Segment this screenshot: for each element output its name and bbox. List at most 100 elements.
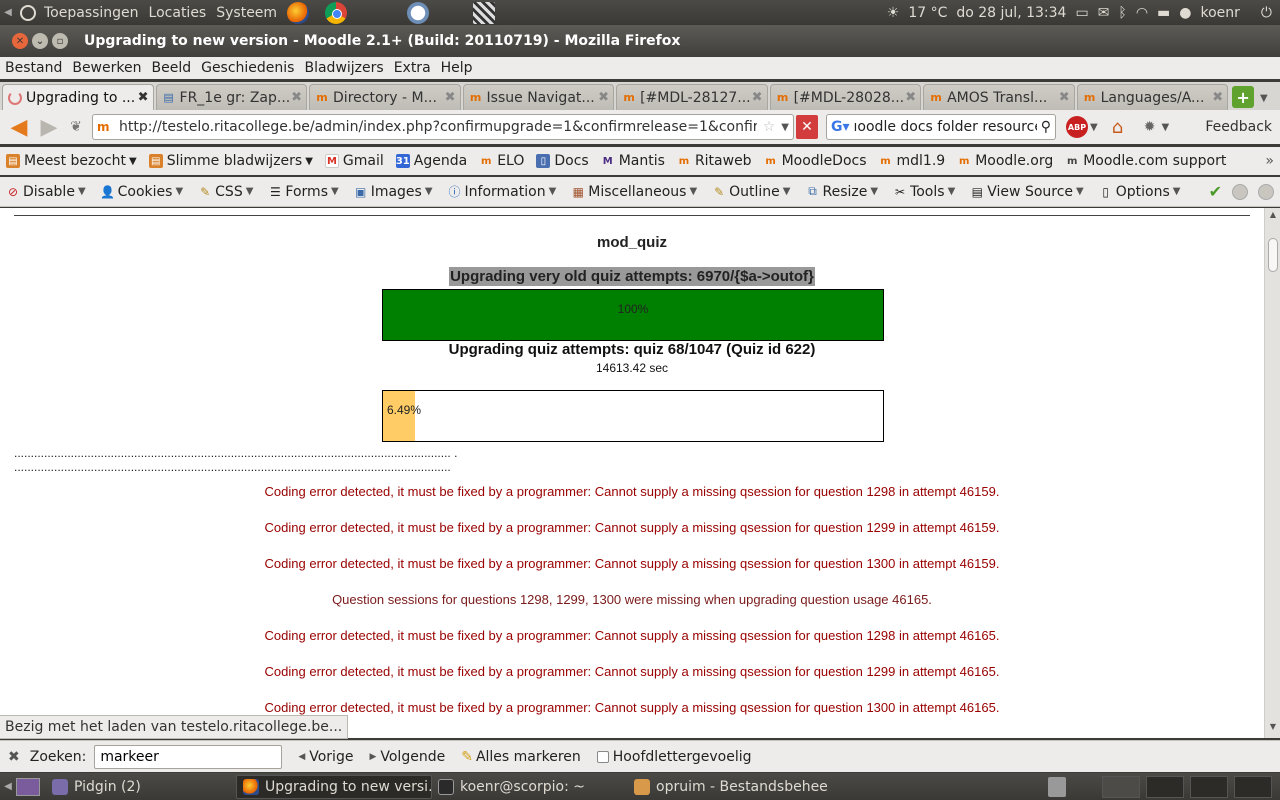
adblock-dropdown-icon[interactable]: ▼ (1090, 122, 1098, 133)
firefox-launcher-icon[interactable] (287, 1, 310, 24)
bookmark-agenda[interactable]: 31 Agenda (395, 153, 467, 169)
wd-css[interactable]: ✎ CSS ▼ (198, 184, 253, 200)
wd-options[interactable]: ▯ Options ▼ (1099, 184, 1180, 200)
battery-icon[interactable]: ▬ (1157, 5, 1170, 21)
scroll-down-arrow-icon[interactable]: ▼ (1265, 722, 1280, 736)
tab-close-icon[interactable]: ✖ (598, 90, 609, 105)
wd-information[interactable]: ⓘ Information ▼ (448, 184, 557, 200)
weather-icon[interactable]: ☀ (887, 5, 900, 21)
vertical-scrollbar[interactable]: ▲ ▼ (1264, 208, 1280, 738)
tab-directory[interactable]: m Directory - M... ✖ (309, 84, 461, 110)
panel-left-arrow[interactable]: ◀ (0, 0, 16, 25)
bookmark-meest-bezocht[interactable]: ▤ Meest bezocht ▼ (6, 153, 137, 169)
wd-tools[interactable]: ✂ Tools ▼ (893, 184, 955, 200)
bookmarks-overflow-icon[interactable]: » (1265, 153, 1274, 169)
menu-system[interactable]: Systeem (216, 5, 277, 21)
window-titlebar[interactable]: ✕ ⌄ ▫ Upgrading to new version - Moodle … (0, 25, 1280, 57)
js-status-icon[interactable] (1258, 183, 1274, 200)
taskbar-item-terminal[interactable]: koenr@scorpio: ~ (432, 775, 628, 799)
workspace-1[interactable] (1102, 775, 1140, 798)
tab-close-icon[interactable]: ✖ (752, 90, 763, 105)
ubuntu-logo-icon[interactable] (20, 4, 36, 21)
bookmark-gmail[interactable]: M Gmail (324, 153, 384, 169)
trash-icon[interactable] (1048, 776, 1066, 797)
tab-fr-1e-gr[interactable]: ▤ FR_1e gr: Zap... ✖ (155, 84, 308, 110)
wifi-icon[interactable]: ◠ (1136, 5, 1148, 21)
tab-mdl-28127[interactable]: m [#MDL-28127... ✖ (616, 84, 768, 110)
bookmark-moodle-com-support[interactable]: m Moodle.com support (1065, 153, 1226, 169)
menu-history[interactable]: Geschiedenis (196, 60, 299, 76)
tab-mdl-28028[interactable]: m [#MDL-28028... ✖ (769, 84, 922, 110)
window-close-button[interactable]: ✕ (12, 33, 28, 49)
taskbar-item-pidgin[interactable]: Pidgin (2) (46, 775, 236, 799)
highlight-all-button[interactable]: ✎ Alles markeren (461, 749, 581, 765)
search-bar[interactable]: G▾ ıoodle docs folder resource ⚲ (826, 114, 1056, 140)
tab-list-chevron-icon[interactable]: ▼ (1260, 93, 1280, 104)
tab-amos[interactable]: m AMOS Transl... ✖ (923, 84, 1075, 110)
power-icon[interactable]: ⏻ (1261, 5, 1272, 21)
feedback-dropdown-icon[interactable]: ▼ (1161, 122, 1169, 133)
menu-help[interactable]: Help (436, 60, 478, 76)
findbar-close-icon[interactable]: ✖ (8, 749, 20, 765)
tab-upgrading[interactable]: Upgrading to ... ✖ (2, 84, 154, 110)
url-dropdown-icon[interactable]: ▼ (781, 122, 789, 133)
wd-view-source[interactable]: ▤ View Source ▼ (970, 184, 1084, 200)
taskbar-item-firefox[interactable]: Upgrading to new versi... (236, 774, 432, 799)
url-text[interactable]: http://testelo.ritacollege.be/admin/inde… (119, 119, 757, 135)
feedback-button[interactable]: Feedback (1205, 119, 1272, 135)
wd-disable[interactable]: ⊘ Disable ▼ (6, 184, 86, 200)
scrollbar-thumb[interactable] (1268, 238, 1278, 272)
panel-left-arrow[interactable]: ◀ (0, 774, 16, 799)
find-next-button[interactable]: ▶ Volgende (369, 749, 445, 765)
chrome-launcher-icon[interactable] (325, 1, 348, 24)
menu-file[interactable]: Bestand (0, 60, 67, 76)
stop-button[interactable]: ✕ (796, 115, 818, 139)
monitor-icon[interactable]: ▭ (1075, 5, 1088, 21)
show-desktop-icon[interactable] (16, 777, 40, 796)
wd-forms[interactable]: ☰ Forms ▼ (268, 184, 339, 200)
bookmark-moodle-org[interactable]: m Moodle.org (957, 153, 1053, 169)
site-identity-icon[interactable]: m (97, 120, 115, 134)
wd-cookies[interactable]: 👤 Cookies ▼ (100, 184, 183, 200)
google-search-engine-icon[interactable]: G▾ (831, 119, 850, 135)
search-input[interactable]: ıoodle docs folder resource (854, 119, 1037, 135)
workspace-2[interactable] (1146, 775, 1184, 798)
weather-temp[interactable]: 17 °C (908, 5, 947, 21)
bookmark-star-icon[interactable]: ☆ (763, 119, 776, 135)
workspace-4[interactable] (1234, 775, 1272, 798)
menu-bookmarks[interactable]: Bladwijzers (299, 60, 388, 76)
validation-check-icon[interactable]: ✔ (1209, 182, 1222, 201)
search-icon[interactable]: ⚲ (1041, 119, 1051, 135)
clock[interactable]: do 28 jul, 13:34 (956, 5, 1066, 21)
tab-close-icon[interactable]: ✖ (291, 90, 302, 105)
tab-languages[interactable]: m Languages/A... ✖ (1076, 84, 1229, 110)
user-icon[interactable]: ● (1179, 5, 1191, 21)
match-case-checkbox[interactable]: Hoofdlettergevoelig (596, 749, 752, 765)
clock-launcher-icon[interactable] (407, 1, 430, 24)
css-status-icon[interactable] (1232, 183, 1248, 200)
find-previous-button[interactable]: ◀ Vorige (298, 749, 353, 765)
bookmark-moodledocs[interactable]: m MoodleDocs (764, 153, 866, 169)
menu-view[interactable]: Beeld (146, 60, 196, 76)
menu-tools[interactable]: Extra (389, 60, 436, 76)
history-icon[interactable]: ❦ (64, 119, 88, 135)
wd-miscellaneous[interactable]: ▦ Miscellaneous ▼ (571, 184, 698, 200)
tab-close-icon[interactable]: ✖ (138, 90, 149, 105)
menu-places[interactable]: Locaties (149, 5, 207, 21)
url-bar[interactable]: m http://testelo.ritacollege.be/admin/in… (92, 114, 794, 140)
workspace-3[interactable] (1190, 775, 1228, 798)
back-button[interactable]: ◀ (4, 114, 34, 140)
tab-issue-navigator[interactable]: m Issue Navigat... ✖ (462, 84, 615, 110)
window-minimize-button[interactable]: ⌄ (32, 33, 48, 49)
bookmark-mantis[interactable]: M Mantis (601, 153, 665, 169)
wd-images[interactable]: ▣ Images ▼ (354, 184, 433, 200)
menu-applications[interactable]: Toepassingen (44, 5, 139, 21)
bookmark-slimme-bladwijzers[interactable]: ▤ Slimme bladwijzers ▼ (148, 153, 313, 169)
bookmark-docs[interactable]: ▯ Docs (536, 153, 589, 169)
scroll-up-arrow-icon[interactable]: ▲ (1265, 210, 1280, 224)
menu-edit[interactable]: Bewerken (67, 60, 146, 76)
adblock-plus-icon[interactable]: ABP (1066, 116, 1088, 138)
wd-outline[interactable]: ✎ Outline ▼ (712, 184, 790, 200)
tab-close-icon[interactable]: ✖ (445, 90, 456, 105)
find-input[interactable] (94, 744, 283, 769)
